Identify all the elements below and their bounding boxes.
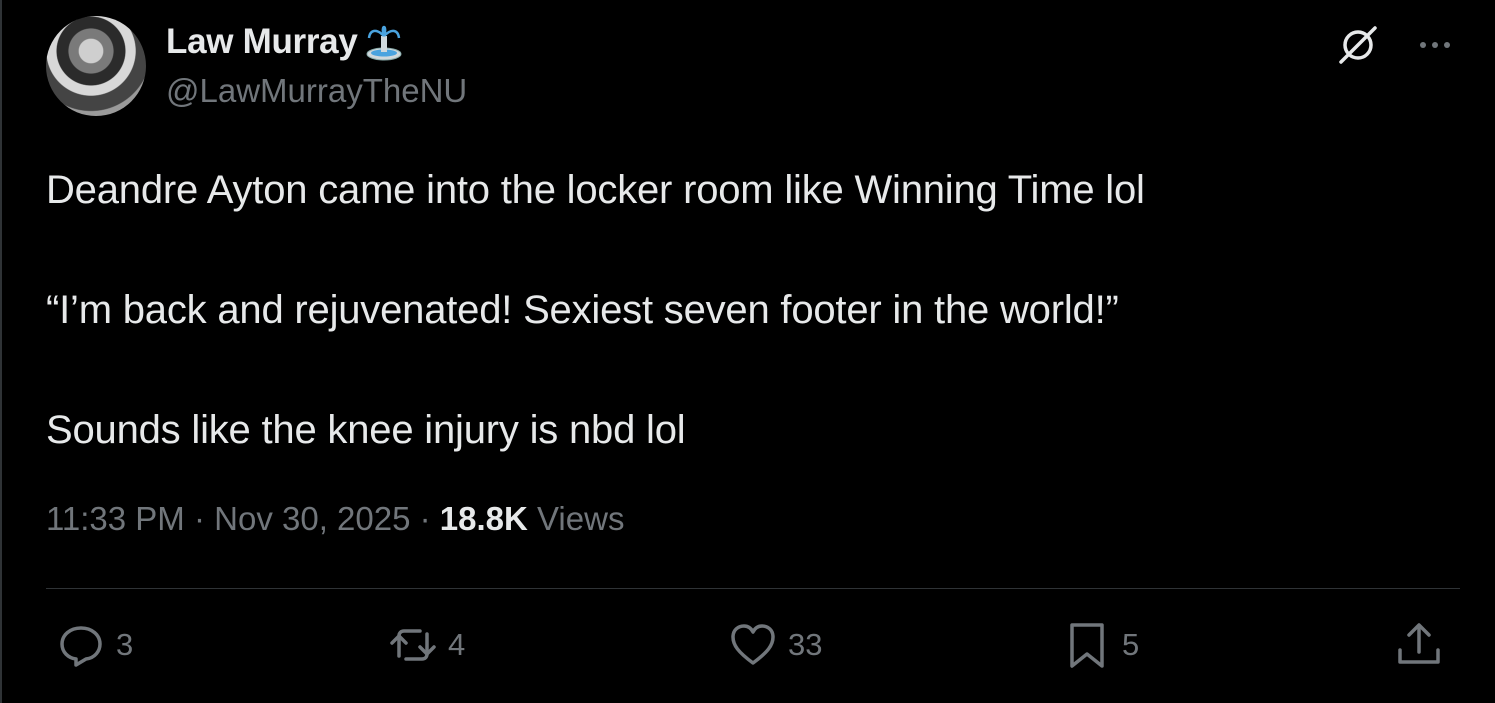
views-count[interactable]: 18.8K: [440, 500, 528, 538]
meta-separator: ·: [410, 500, 440, 537]
action-bar: 3 4 33 5: [56, 620, 1456, 680]
reply-icon: [60, 626, 102, 667]
tweet-time[interactable]: 11:33 PM: [46, 500, 185, 538]
repost-count: 4: [448, 627, 466, 662]
author-name-row[interactable]: Law Murray: [166, 22, 404, 62]
avatar[interactable]: [46, 16, 146, 116]
tweet-text-line: Deandre Ayton came into the locker room …: [46, 168, 1145, 212]
tweet-text-line: Sounds like the knee injury is nbd lol: [46, 408, 686, 452]
meta-separator: ·: [184, 500, 215, 537]
repost-icon: [390, 629, 436, 661]
fountain-emoji-icon: [366, 25, 401, 61]
tweet-metadata: 11:33 PM · Nov 30, 2025 · 18.8K Views: [46, 500, 624, 538]
views-label: Views: [527, 500, 625, 537]
grok-icon[interactable]: [1335, 22, 1381, 68]
tweet-text-line: “I’m back and rejuvenated! Sexiest seven…: [46, 288, 1119, 332]
author-handle[interactable]: @LawMurrayTheNU: [166, 72, 467, 110]
share-button[interactable]: [1394, 620, 1444, 670]
divider: [46, 588, 1460, 589]
share-icon: [1398, 623, 1440, 664]
reply-button[interactable]: 3: [56, 620, 133, 670]
bookmark-button[interactable]: 5: [1062, 620, 1139, 670]
heart-icon: [731, 624, 775, 665]
tweet-date[interactable]: Nov 30, 2025: [214, 500, 410, 538]
bookmark-count: 5: [1122, 627, 1140, 662]
like-count: 33: [788, 627, 823, 662]
tweet-text: Deandre Ayton came into the locker room …: [46, 160, 1426, 460]
bookmark-icon: [1070, 623, 1104, 668]
tweet-top-actions: [1335, 22, 1455, 68]
like-button[interactable]: 33: [728, 620, 822, 670]
repost-button[interactable]: 4: [388, 620, 465, 670]
more-options-icon[interactable]: [1415, 25, 1455, 65]
author-name[interactable]: Law Murray: [166, 22, 358, 62]
reply-count: 3: [116, 627, 134, 662]
